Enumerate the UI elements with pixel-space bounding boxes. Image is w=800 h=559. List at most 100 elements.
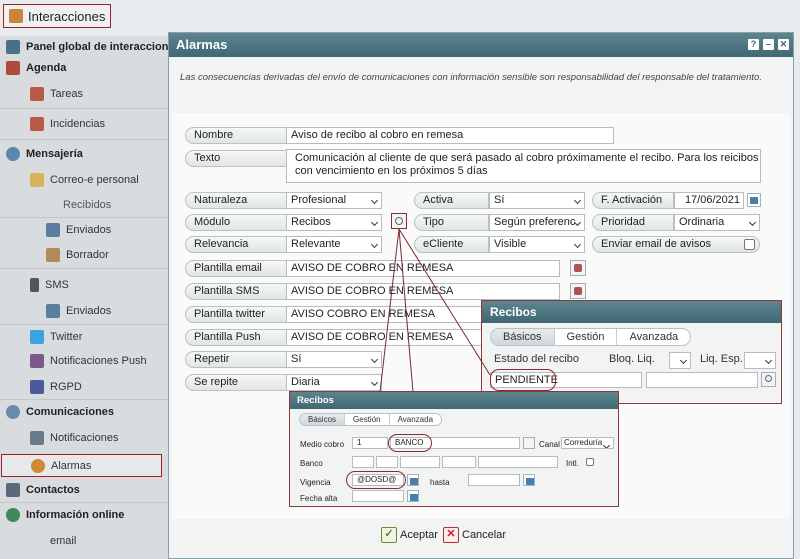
banco-input-2[interactable]: [376, 456, 398, 468]
recibos-small-tabs: Básicos Gestión Avanzada: [299, 413, 443, 426]
prioridad-label: Prioridad: [592, 214, 674, 231]
recibos-small-title: Recibos: [297, 395, 334, 406]
sidebar-item-email[interactable]: email: [50, 530, 76, 552]
plantilla-sms-input[interactable]: AVISO DE COBRO EN REMESA: [286, 283, 560, 300]
calendar-icon[interactable]: [407, 474, 419, 486]
close-icon[interactable]: ✕: [778, 39, 789, 50]
activa-select[interactable]: Sí: [489, 192, 585, 209]
modulo-select[interactable]: Recibos: [286, 214, 382, 231]
check-icon: ✓: [381, 527, 397, 543]
banco-input-3[interactable]: [400, 456, 440, 468]
plantilla-push-input[interactable]: AVISO DE COBRO EN REMESA: [286, 329, 486, 346]
repetir-label: Repetir: [185, 351, 287, 368]
sidebar-item-twitter[interactable]: Twitter: [30, 326, 82, 348]
calendar-icon[interactable]: [407, 490, 419, 502]
enviar-email-label: Enviar email de avisos: [592, 236, 760, 253]
recibos-large-tabs: Básicos Gestión Avanzada: [490, 328, 692, 346]
estado-extra-input[interactable]: [646, 372, 758, 388]
tab-basicos[interactable]: Básicos: [300, 414, 346, 425]
relevancia-select[interactable]: Relevante: [286, 236, 382, 253]
search-icon: [395, 217, 403, 225]
tab-basicos[interactable]: Básicos: [491, 329, 555, 345]
intl-checkbox[interactable]: [586, 458, 594, 466]
banco-label: Banco: [300, 459, 323, 468]
banco-input-1[interactable]: [352, 456, 374, 468]
highlight-oval: [490, 369, 556, 391]
help-icon[interactable]: ?: [748, 39, 759, 50]
tipo-select[interactable]: Según preferenc: [489, 214, 585, 231]
chat-icon: [6, 147, 20, 161]
banco-input-4[interactable]: [442, 456, 476, 468]
nombre-input[interactable]: Aviso de recibo al cobro en remesa: [286, 127, 614, 144]
sidebar-item-tareas[interactable]: Tareas: [30, 83, 83, 105]
canal-select[interactable]: Correduría: [561, 437, 614, 449]
disclaimer-text: Las consecuencias derivadas del envío de…: [180, 72, 762, 83]
fecha-alta-input[interactable]: [352, 490, 404, 502]
prioridad-select[interactable]: Ordinaria: [674, 214, 760, 231]
liq-esp-select[interactable]: [744, 352, 776, 369]
accept-button[interactable]: ✓ Aceptar: [381, 525, 438, 545]
medio-cobro-code-input[interactable]: 1: [352, 437, 388, 449]
se-repite-label: Se repite: [185, 374, 287, 391]
factivacion-input[interactable]: 17/06/2021: [674, 192, 744, 209]
naturaleza-select[interactable]: Profesional: [286, 192, 382, 209]
se-repite-select[interactable]: Diaria: [286, 374, 382, 391]
cancel-button[interactable]: ✕ Cancelar: [443, 525, 506, 545]
send-icon: [46, 304, 60, 318]
plantilla-twitter-input[interactable]: AVISO COBRO EN REMESA: [286, 306, 486, 323]
enviar-email-checkbox[interactable]: [744, 239, 755, 250]
tab-gestion[interactable]: Gestión: [345, 414, 390, 425]
relevancia-label: Relevancia: [185, 236, 287, 253]
tab-avanzada[interactable]: Avanzada: [617, 329, 690, 345]
calendar-icon[interactable]: [747, 193, 761, 207]
tab-avanzada[interactable]: Avanzada: [390, 414, 441, 425]
fecha-alta-label: Fecha alta: [300, 494, 338, 503]
search-filter-button[interactable]: [391, 213, 407, 229]
minimize-icon[interactable]: –: [763, 39, 774, 50]
factivacion-label: F. Activación: [592, 192, 674, 209]
close-icon: ✕: [443, 527, 459, 543]
template-picker-email-button[interactable]: [570, 260, 586, 276]
texto-textarea[interactable]: Comunicación al cliente de que será pasa…: [286, 149, 761, 183]
plantilla-push-label: Plantilla Push: [185, 329, 287, 346]
search-button[interactable]: [761, 372, 776, 387]
sidebar-item-sms[interactable]: SMS: [30, 274, 69, 296]
repetir-select[interactable]: Sí: [286, 351, 382, 368]
liq-esp-label: Liq. Esp.: [700, 353, 743, 365]
hasta-input[interactable]: [468, 474, 520, 486]
sidebar-item-comunicaciones[interactable]: Comunicaciones: [6, 401, 114, 423]
plantilla-email-input[interactable]: AVISO DE COBRO EN REMESA: [286, 260, 560, 277]
sidebar-item-mensajeria[interactable]: Mensajería: [6, 143, 83, 165]
calendar-icon: [30, 117, 44, 131]
medio-cobro-label: Medio cobro: [300, 440, 345, 449]
sidebar-item-agenda[interactable]: Agenda: [6, 57, 66, 79]
sidebar-item-sms-enviados[interactable]: Enviados: [46, 300, 111, 322]
app-title-button[interactable]: Interacciones: [3, 4, 111, 28]
template-picker-sms-button[interactable]: [570, 283, 586, 299]
sidebar-item-rgpd[interactable]: RGPD: [30, 376, 82, 398]
folder-icon: [30, 173, 44, 187]
sidebar-item-info-online[interactable]: Información online: [6, 504, 124, 526]
sidebar-item-push[interactable]: Notificaciones Push: [30, 350, 147, 372]
clock-icon: [6, 405, 20, 419]
sidebar-item-borrador[interactable]: Borrador: [46, 244, 109, 266]
sidebar-item-panel-global[interactable]: Panel global de interacciones: [6, 36, 181, 58]
search-button[interactable]: [523, 437, 535, 449]
banco-input-5[interactable]: [478, 456, 558, 468]
twitter-icon: [30, 330, 44, 344]
sidebar-item-recibidos[interactable]: Recibidos: [63, 194, 111, 216]
shield-icon: [30, 380, 44, 394]
bloq-liq-select[interactable]: [669, 352, 691, 369]
sidebar-item-notificaciones[interactable]: Notificaciones: [30, 427, 118, 449]
app-title: Interacciones: [28, 8, 106, 24]
calendar-icon[interactable]: [523, 474, 535, 486]
tab-gestion[interactable]: Gestión: [555, 329, 618, 345]
ecliente-select[interactable]: Visible: [489, 236, 585, 253]
bloq-liq-label: Bloq. Liq.: [609, 353, 655, 365]
recibos-large-title: Recibos: [490, 305, 537, 319]
sidebar-item-alarmas[interactable]: Alarmas: [1, 454, 162, 477]
sidebar-item-correo[interactable]: Correo-e personal: [30, 169, 139, 191]
sidebar-item-enviados[interactable]: Enviados: [46, 219, 111, 241]
sidebar-item-contactos[interactable]: Contactos: [6, 479, 80, 501]
sidebar-item-incidencias[interactable]: Incidencias: [30, 113, 105, 135]
